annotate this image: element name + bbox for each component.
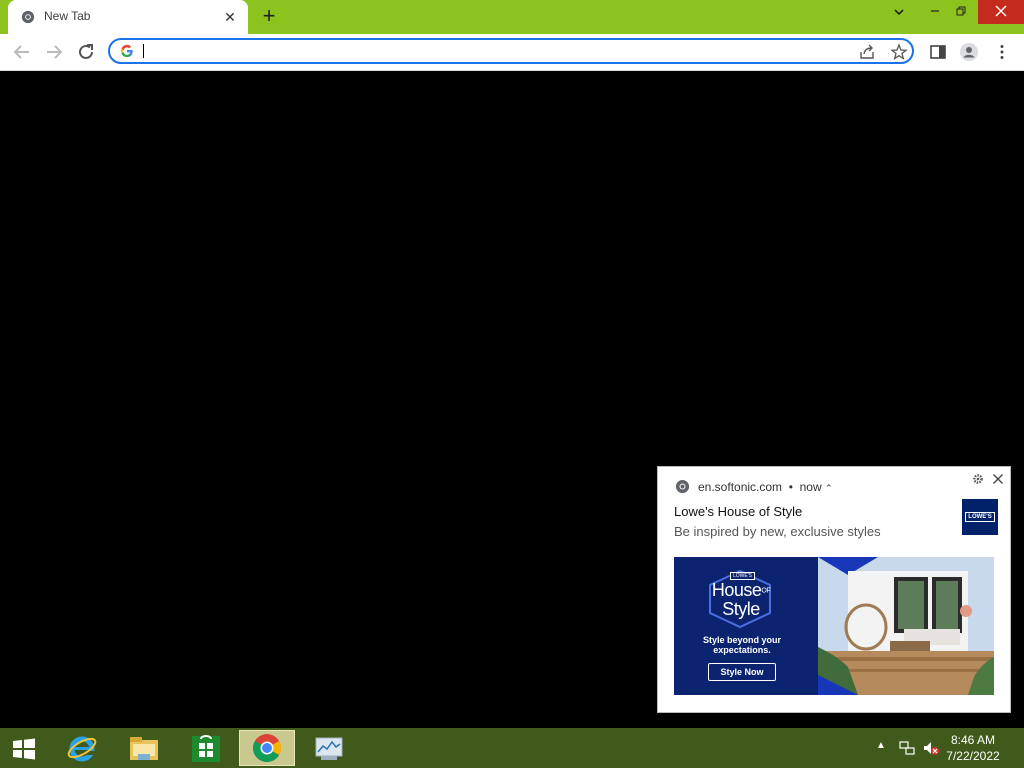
tab-search-button[interactable] xyxy=(884,0,914,24)
notification-source: en.softonic.com xyxy=(698,480,783,494)
new-tab-button[interactable]: + xyxy=(258,5,280,28)
ad-headline-of: OF xyxy=(761,587,771,595)
chrome-icon xyxy=(253,734,281,762)
tab-new-tab[interactable]: New Tab ✕ xyxy=(8,0,248,34)
separator-dot: • xyxy=(785,480,797,494)
forward-button[interactable] xyxy=(42,40,66,64)
taskbar-chrome[interactable] xyxy=(239,730,295,766)
store-icon xyxy=(192,735,220,762)
start-button[interactable] xyxy=(0,730,56,766)
bookmark-star-icon[interactable] xyxy=(890,43,908,61)
chrome-icon xyxy=(21,10,35,24)
notification-title: Lowe's House of Style xyxy=(674,504,803,519)
lowes-logo: LOWE'S xyxy=(962,499,998,535)
profile-avatar-icon[interactable] xyxy=(959,42,979,62)
back-button[interactable] xyxy=(10,40,34,64)
folder-icon xyxy=(130,737,158,760)
patio-photo xyxy=(818,557,994,695)
clock-time: 8:46 AM xyxy=(950,733,996,747)
ad-headline-1: House xyxy=(711,580,762,600)
internet-explorer-icon xyxy=(67,736,97,762)
text-cursor xyxy=(143,44,144,58)
close-icon[interactable] xyxy=(992,473,1004,485)
windows-logo-icon xyxy=(13,738,35,760)
minimize-icon xyxy=(931,10,939,12)
network-icon[interactable] xyxy=(898,740,916,756)
ad-headline: HouseOF Style xyxy=(706,581,776,618)
omnibox-input[interactable] xyxy=(140,42,844,62)
tab-title: New Tab xyxy=(44,9,91,23)
restore-icon xyxy=(956,6,966,16)
tab-close-button[interactable]: ✕ xyxy=(222,9,238,25)
taskbar-file-explorer[interactable] xyxy=(116,730,172,766)
monitor-chart-icon xyxy=(315,737,343,760)
notification-time: now xyxy=(799,480,822,494)
push-notification[interactable]: en.softonic.com • now ⌃ Lowe's House of … xyxy=(658,467,1010,712)
tray-overflow-icon[interactable]: ▲ xyxy=(876,740,894,756)
share-icon[interactable] xyxy=(858,43,876,61)
taskbar-store[interactable] xyxy=(178,730,234,766)
close-window-button[interactable] xyxy=(978,0,1024,24)
windows-taskbar: ▲ 8:46 AM 7/22/2022 xyxy=(0,728,1024,768)
restore-button[interactable] xyxy=(946,0,976,24)
google-icon xyxy=(121,44,133,58)
gear-icon[interactable] xyxy=(972,473,984,485)
chevron-down-icon xyxy=(894,9,904,16)
taskbar-internet-explorer[interactable] xyxy=(54,730,110,766)
ad-headline-2: Style xyxy=(722,599,760,620)
chevron-up-icon[interactable]: ⌃ xyxy=(825,483,833,493)
style-now-button[interactable]: Style Now xyxy=(708,663,776,681)
taskbar-performance-monitor[interactable] xyxy=(301,730,357,766)
notification-body: Be inspired by new, exclusive styles xyxy=(674,524,881,539)
browser-toolbar xyxy=(0,34,1024,71)
browser-titlebar: New Tab ✕ + xyxy=(0,0,1024,34)
badge-small-text: LOWE'S xyxy=(730,572,756,580)
clock-date: 7/22/2022 xyxy=(946,749,1000,763)
logo-text: LOWE'S xyxy=(965,512,995,522)
ad-tagline: Style beyond your expectations. xyxy=(702,635,782,655)
chrome-icon xyxy=(675,479,690,494)
notification-ad-image[interactable]: LOWE'S HouseOF Style Style beyond your e… xyxy=(674,557,994,695)
notification-source-line: en.softonic.com • now ⌃ xyxy=(698,480,833,494)
side-panel-icon[interactable] xyxy=(928,42,948,62)
reload-button[interactable] xyxy=(74,40,98,64)
close-icon xyxy=(995,5,1007,17)
system-clock[interactable]: 8:46 AM 7/22/2022 xyxy=(938,732,1008,764)
menu-more-icon[interactable] xyxy=(992,42,1012,62)
address-bar[interactable] xyxy=(108,38,914,64)
